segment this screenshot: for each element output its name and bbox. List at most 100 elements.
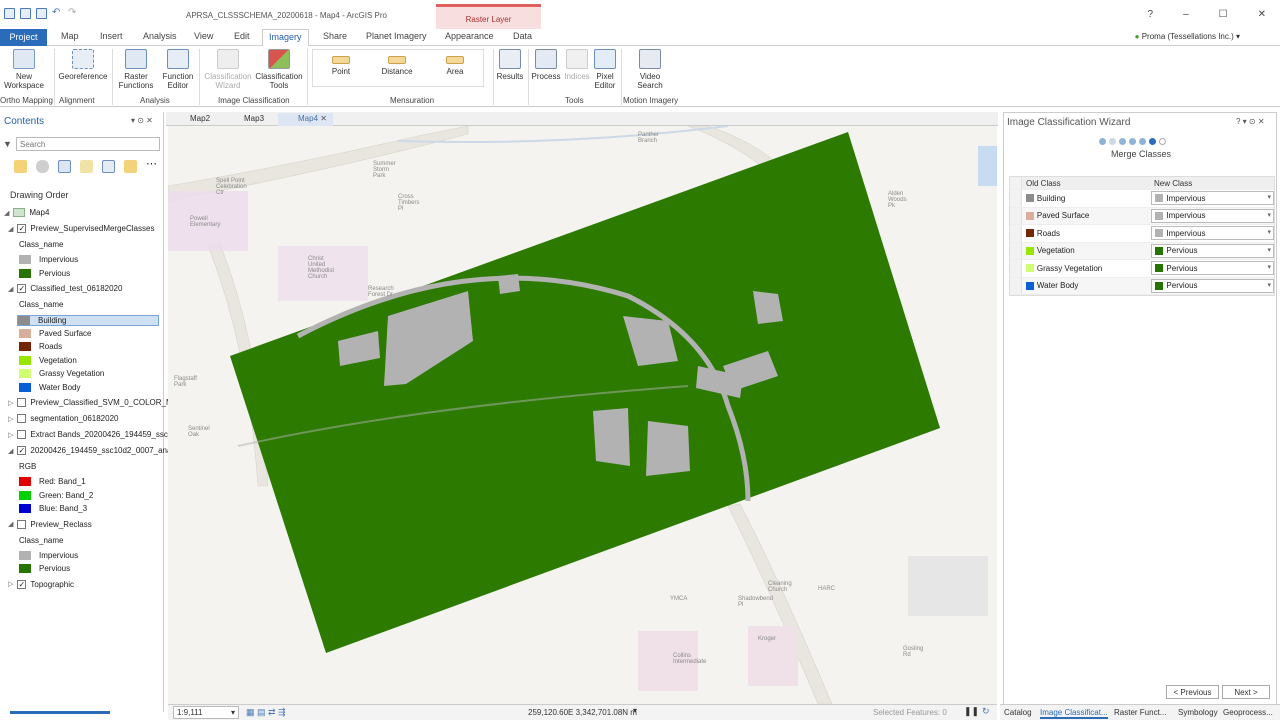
expand-icon[interactable]: ▷ (8, 431, 13, 439)
save-icon[interactable] (36, 8, 47, 19)
legend-class-item[interactable]: Paved Surface (19, 328, 91, 338)
distance-button[interactable]: Distance (379, 56, 415, 76)
tab-raster-functions[interactable]: Raster Funct... (1114, 708, 1166, 717)
legend-class-item[interactable]: Pervious (19, 564, 70, 573)
tab-share[interactable]: Share (323, 31, 347, 41)
list-by-editing-icon[interactable] (80, 160, 93, 173)
raster-functions-button[interactable]: Raster Functions (114, 49, 158, 90)
list-by-source-icon[interactable] (36, 160, 49, 173)
tab-imagery[interactable]: Imagery (262, 29, 309, 47)
close-button[interactable]: ✕ (1258, 9, 1266, 20)
layer-item[interactable]: ◢ Preview_Reclass (8, 519, 92, 529)
legend-class-item[interactable]: Green: Band_2 (19, 490, 93, 500)
pause-drawing-icon[interactable]: ❚❚ (964, 706, 979, 717)
collapse-icon[interactable]: ◢ (8, 285, 13, 293)
navigation-tools-icons[interactable]: ▦ ▤ ⇄ ⇶ (246, 707, 286, 718)
coordinates-dropdown-icon[interactable]: ▾ (633, 706, 637, 715)
tab-map2[interactable]: Map2 (170, 113, 216, 126)
maximize-button[interactable]: ☐ (1219, 9, 1228, 20)
row-selector[interactable] (1010, 190, 1022, 207)
new-project-icon[interactable] (4, 8, 15, 19)
expand-icon[interactable]: ▷ (8, 580, 13, 588)
layer-visibility-checkbox[interactable]: ✓ (17, 224, 27, 233)
collapse-icon[interactable]: ◢ (8, 225, 13, 233)
pane-options-icon[interactable]: ? ▾ ⊙ ✕ (1236, 117, 1265, 126)
area-button[interactable]: Area (437, 56, 473, 76)
legend-class-item[interactable]: Red: Band_1 (19, 477, 86, 486)
row-selector[interactable] (1010, 207, 1022, 224)
legend-class-item[interactable]: Water Body (19, 382, 81, 392)
results-button[interactable]: Results (496, 49, 524, 81)
point-button[interactable]: Point (323, 56, 359, 76)
function-editor-button[interactable]: Function Editor (160, 49, 196, 90)
collapse-icon[interactable]: ◢ (4, 209, 9, 217)
filter-icon[interactable]: ▼ (3, 139, 12, 149)
list-by-drawing-order-icon[interactable] (14, 160, 27, 173)
layer-item[interactable]: ▷ Preview_Classified_SVM_0_COLOR_M (8, 398, 173, 407)
indices-button[interactable]: Indices (562, 49, 592, 81)
layer-visibility-checkbox[interactable] (17, 519, 27, 529)
new-class-dropdown[interactable]: Pervious ▾ (1151, 243, 1274, 258)
layer-visibility-checkbox[interactable]: ✓ (17, 284, 27, 293)
tab-geoprocessing[interactable]: Geoprocess... (1223, 708, 1273, 717)
undo-icon[interactable]: ↶ (52, 8, 63, 19)
next-button[interactable]: Next > (1222, 685, 1270, 699)
classification-tools-button[interactable]: Classification Tools (254, 49, 304, 90)
classification-wizard-button[interactable]: Classification Wizard (202, 49, 254, 90)
legend-class-item[interactable]: Pervious (19, 268, 70, 278)
minimize-button[interactable]: – (1183, 9, 1189, 20)
close-tab-icon[interactable]: ✕ (320, 114, 327, 123)
horizontal-scrollbar[interactable] (10, 711, 110, 714)
layer-item[interactable]: ▷ Extract Bands_20200426_194459_ssc10 (8, 430, 177, 439)
open-project-icon[interactable] (20, 8, 31, 19)
tab-catalog[interactable]: Catalog (1004, 708, 1032, 717)
new-class-dropdown[interactable]: Pervious ▾ (1151, 261, 1274, 276)
list-by-selection-icon[interactable] (58, 160, 71, 173)
tab-insert[interactable]: Insert (100, 31, 123, 41)
tab-symbology[interactable]: Symbology (1178, 708, 1218, 717)
tab-project[interactable]: Project (0, 29, 47, 46)
tab-analysis[interactable]: Analysis (143, 31, 177, 41)
collapse-icon[interactable]: ◢ (8, 447, 13, 455)
legend-class-item[interactable]: Roads (19, 342, 62, 351)
process-button[interactable]: Process (530, 49, 562, 81)
layer-visibility-checkbox[interactable] (17, 430, 27, 439)
new-class-dropdown[interactable]: Impervious ▾ (1151, 191, 1274, 206)
new-workspace-button[interactable]: New Workspace (2, 49, 46, 90)
tab-map3[interactable]: Map3 (224, 113, 270, 126)
row-selector[interactable] (1010, 225, 1022, 242)
legend-class-item[interactable]: Blue: Band_3 (19, 504, 87, 513)
tab-data[interactable]: Data (513, 31, 532, 41)
tab-planet-imagery[interactable]: Planet Imagery (366, 31, 427, 41)
row-selector[interactable] (1010, 242, 1022, 259)
layer-item[interactable]: ▷ ✓ Topographic (8, 579, 74, 589)
layer-item[interactable]: ▷ segmentation_06182020 (8, 414, 118, 423)
collapse-icon[interactable]: ◢ (8, 520, 13, 528)
legend-class-item[interactable]: Vegetation (19, 355, 77, 365)
layer-visibility-checkbox[interactable] (17, 414, 27, 423)
new-class-dropdown[interactable]: Impervious ▾ (1151, 208, 1274, 223)
more-options-icon[interactable]: ⋯ (146, 159, 159, 173)
tab-appearance[interactable]: Appearance (445, 31, 494, 41)
legend-class-item[interactable]: Impervious (19, 550, 78, 560)
layer-visibility-checkbox[interactable]: ✓ (17, 579, 27, 589)
new-class-dropdown[interactable]: Pervious ▾ (1151, 278, 1274, 293)
row-selector[interactable] (1010, 277, 1022, 294)
refresh-icon[interactable]: ↻ (982, 706, 990, 717)
contents-search-input[interactable] (16, 137, 160, 151)
help-button[interactable]: ? (1148, 9, 1154, 20)
layer-visibility-checkbox[interactable] (17, 398, 27, 407)
legend-class-item[interactable]: Building (17, 315, 159, 326)
redo-icon[interactable]: ↷ (68, 8, 79, 19)
scale-selector[interactable]: 1:9,111 ▾ (173, 706, 239, 719)
user-account[interactable]: ● Proma (Tessellations Inc.) ▾ (1135, 32, 1240, 41)
list-by-snapping-icon[interactable] (102, 160, 115, 173)
layer-item[interactable]: ◢ ✓ 20200426_194459_ssc10d2_0007_analy (8, 446, 177, 455)
list-by-labeling-icon[interactable] (124, 160, 137, 173)
tab-image-classification[interactable]: Image Classificat... (1040, 708, 1108, 719)
layer-item[interactable]: ◢ ✓ Classified_test_06182020 (8, 284, 122, 293)
tab-map[interactable]: Map (61, 31, 79, 41)
video-search-button[interactable]: Video Search (634, 49, 666, 90)
tab-edit[interactable]: Edit (234, 31, 250, 41)
row-selector[interactable] (1010, 260, 1022, 277)
